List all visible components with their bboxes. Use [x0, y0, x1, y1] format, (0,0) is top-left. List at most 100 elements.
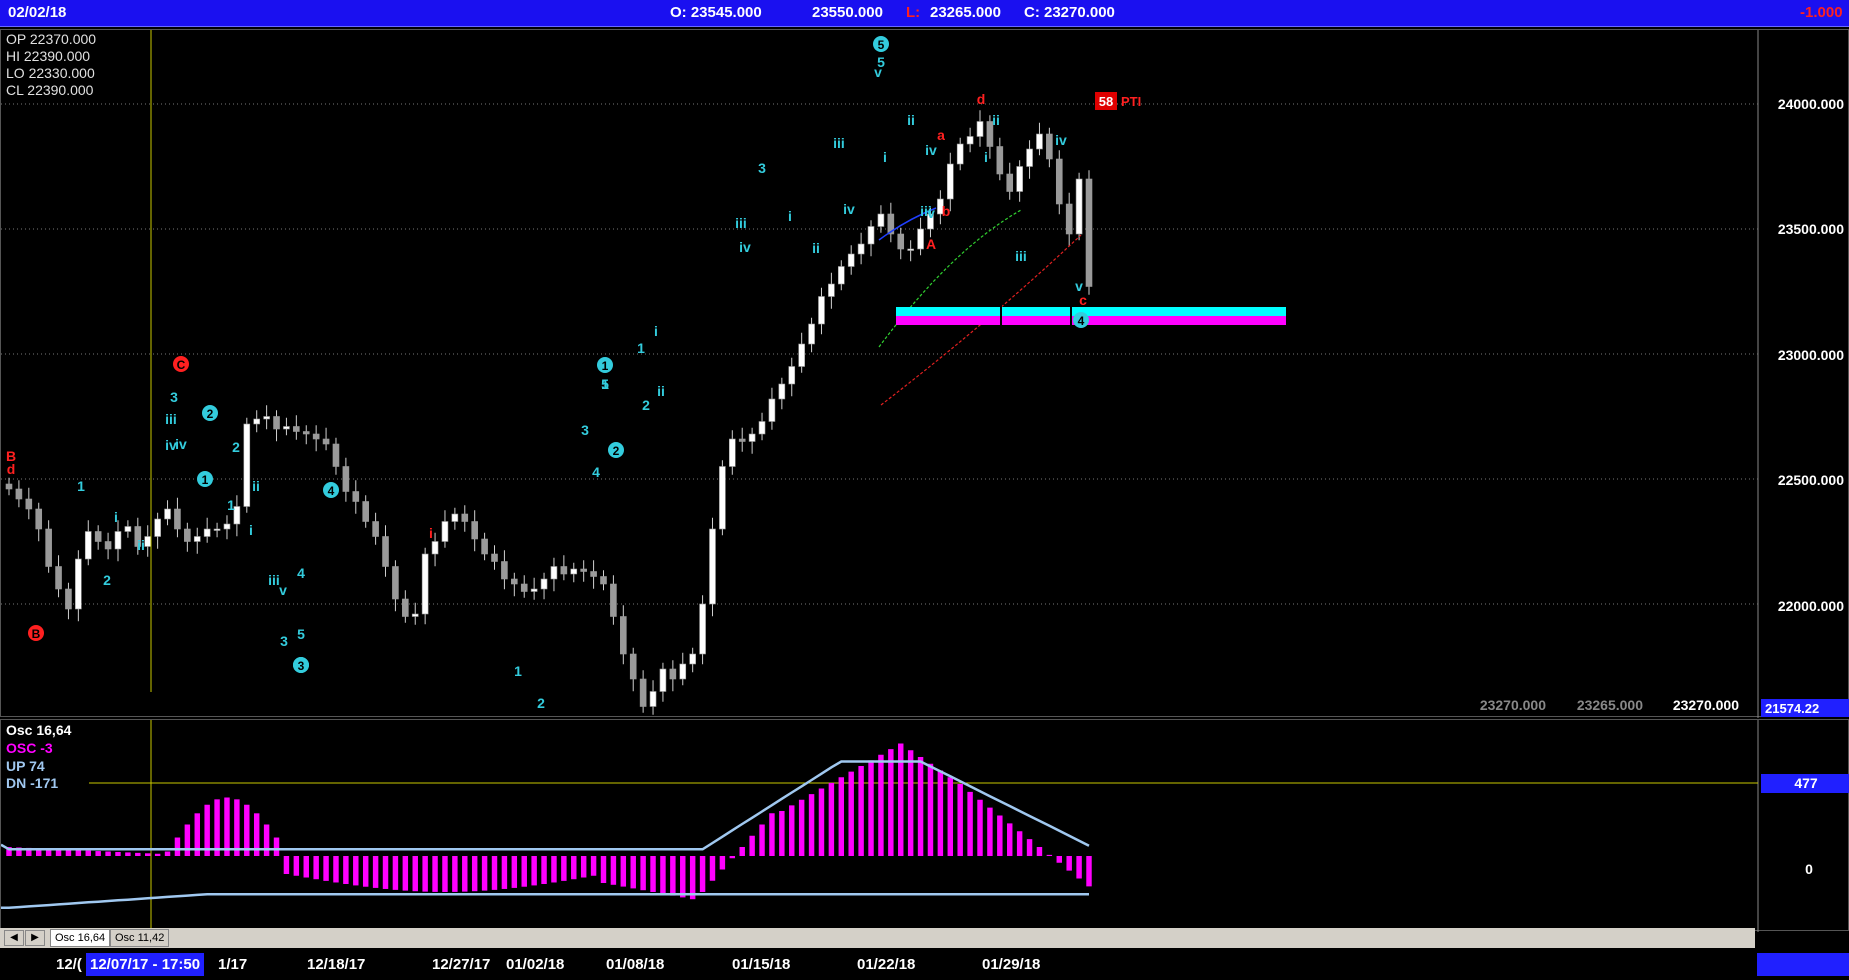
axis-tick-22000: 22000.000	[1778, 598, 1844, 614]
candle-body	[124, 526, 132, 532]
wave-label: iv	[843, 201, 855, 217]
candle-body	[75, 558, 82, 610]
wave-label: iii	[735, 215, 747, 231]
wave-label: v	[927, 205, 935, 221]
tab-scroll-left-icon[interactable]: ◀	[4, 930, 24, 946]
date-01-08: 01/08/18	[606, 956, 665, 973]
wave-label: 3	[581, 422, 589, 438]
wave-label-circled: 4	[1073, 312, 1089, 328]
candle-body	[699, 603, 706, 655]
osc-bar	[541, 856, 547, 885]
osc-bar	[749, 835, 755, 856]
osc-bar	[412, 856, 418, 892]
tab-scroll-right-icon[interactable]: ▶	[25, 930, 45, 946]
candle-body	[837, 266, 845, 285]
osc-bar	[125, 852, 131, 856]
candle-body	[590, 571, 597, 577]
osc-bar	[977, 799, 983, 856]
candle-body	[431, 541, 439, 555]
osc-bar	[491, 856, 498, 890]
candle-body	[411, 613, 419, 617]
header-open: O: 23545.000	[670, 4, 762, 21]
candle-body	[1016, 166, 1023, 192]
candle-body	[293, 426, 300, 432]
osc-bar	[75, 850, 82, 856]
osc-bar	[323, 856, 329, 881]
tab-osc-11-42[interactable]: Osc 11,42	[110, 929, 170, 947]
osc-bar	[422, 856, 428, 892]
svg-text:HI 22390.000: HI 22390.000	[6, 48, 90, 64]
wave-label: 2	[232, 439, 240, 455]
osc-bar	[699, 856, 706, 892]
osc-bar	[184, 824, 191, 856]
candle-body	[550, 566, 558, 580]
wave-label: c	[1079, 292, 1087, 308]
candle-body	[213, 528, 221, 531]
svg-text:CL 22390.000: CL 22390.000	[6, 82, 94, 98]
price-chart[interactable]: Bd1iii2iiiiv3ivii21iiiiv3 54i123451iii213…	[1, 30, 1849, 718]
candle-body	[273, 416, 280, 430]
wave-label: 4	[297, 565, 305, 581]
candle-body	[620, 616, 627, 655]
wave-label: b	[942, 203, 951, 219]
candle-body	[203, 528, 211, 537]
svg-text:B: B	[32, 627, 41, 641]
osc-bar	[372, 856, 379, 888]
wave-label: i	[984, 149, 988, 165]
header-change: -1.000	[1800, 4, 1843, 21]
wave-label: 4	[592, 464, 600, 480]
osc-bar	[957, 784, 963, 856]
osc-bar	[650, 856, 656, 892]
osc-bar	[660, 856, 666, 894]
wave-label-circled: 4	[323, 482, 339, 498]
osc-bar	[115, 851, 121, 856]
osc-bar	[620, 856, 627, 887]
candle-body	[312, 433, 320, 440]
osc-bar	[164, 851, 171, 856]
wave-label: iv	[925, 142, 937, 158]
wave-label: iii	[268, 572, 280, 588]
osc-bar	[640, 856, 646, 891]
oscillator-chart[interactable]: Osc 16,64 OSC -3 UP 74 DN -171 477 0	[0, 720, 1849, 932]
candle-body	[451, 513, 459, 522]
candle-body	[877, 213, 885, 227]
wave-annotations: Bd1iii2iiiiv3ivii21iiiiv3 54i123451iii213…	[6, 36, 1089, 711]
candle-body	[669, 668, 677, 680]
wave-label: A	[926, 236, 936, 252]
osc-bar	[95, 851, 101, 856]
candle-body	[897, 233, 905, 250]
candle-body	[996, 146, 1004, 175]
wave-label: 1	[514, 663, 522, 679]
osc-bar	[1036, 847, 1043, 856]
candle-body	[629, 653, 637, 680]
osc-legend-osc-label: Osc	[6, 722, 33, 738]
price-chart-panel[interactable]: Bd 1 i ii 2 iii iv 3 iv ii 2 1 i iii v 3 5 4 i 1 2 3 4 5 1 i ii 2 1 3…	[0, 29, 1849, 718]
osc-bar	[174, 837, 181, 856]
osc-bar	[571, 856, 577, 880]
osc-bar	[769, 813, 775, 856]
osc-bar	[907, 750, 914, 856]
info-lo-value: 22330.000	[29, 65, 95, 81]
pti-value: 58	[1099, 94, 1113, 109]
wave-label: i	[429, 525, 433, 541]
osc-bar	[362, 856, 369, 887]
oscillator-panel[interactable]: Osc 16,64 OSC -3 UP 74 DN -171 477 0	[0, 719, 1849, 932]
svg-text:5: 5	[878, 38, 885, 52]
candle-body	[560, 566, 568, 575]
candle-body	[798, 343, 805, 367]
candle-body	[94, 531, 102, 542]
candle-body	[511, 578, 518, 585]
axis-bottom-label: 21574.22	[1765, 701, 1819, 716]
osc-bar	[382, 856, 389, 889]
osc-legend: Osc 16,64 OSC -3 UP 74 DN -171	[6, 722, 72, 791]
tab-osc-16-64[interactable]: Osc 16,64	[50, 929, 111, 947]
info-op-label: OP	[6, 31, 26, 47]
osc-bar	[551, 856, 557, 883]
candle-body	[1075, 178, 1083, 235]
candle-body	[729, 438, 736, 467]
candle-body	[966, 136, 974, 145]
grid-lines	[1, 103, 1758, 605]
axis-tick-22500: 22500.000	[1778, 472, 1844, 488]
candle-body	[1006, 173, 1014, 192]
candle-body	[857, 243, 865, 255]
